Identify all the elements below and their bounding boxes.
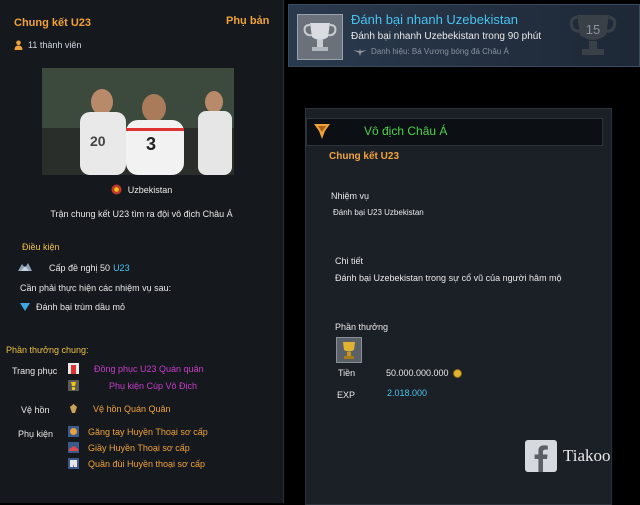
mission-item: Đánh bại trùm dầu mỏ	[36, 302, 126, 312]
jersey-icon	[68, 363, 79, 374]
mission-value: Đánh bại U23 Uzbekistan	[333, 208, 424, 217]
watermark-text: Tiakoo	[563, 446, 611, 465]
svg-text:3: 3	[146, 134, 156, 154]
gold-trophy-icon	[343, 342, 355, 359]
rewards-heading: Phần thưởng chung:	[6, 345, 89, 355]
uzbekistan-emblem-icon	[111, 184, 122, 195]
achievement-badge: 15	[569, 9, 617, 61]
panel-header: Vô địch Châu Á	[306, 118, 603, 146]
shoe-icon	[68, 442, 79, 453]
reward-item-name: Vệ hồn Quán Quân	[93, 403, 171, 414]
mission-description: Trận chung kết U23 tìm ra đội vô địch Ch…	[50, 209, 233, 219]
opponent-row: Uzbekistan	[0, 184, 283, 195]
panel-subheader: Chung kết U23	[329, 151, 400, 162]
level-label: Cấp đề nghị 50	[49, 262, 111, 273]
mission-label: Nhiệm vụ	[331, 191, 370, 201]
reward-item[interactable]: Giầy Huyền Thoại sơ cấp	[68, 442, 190, 453]
user-icon	[14, 40, 23, 50]
cup-accessory-icon	[68, 380, 79, 391]
money-label: Tiền	[338, 368, 356, 378]
reward-item[interactable]: Găng tay Huyền Thoại sơ cấp	[68, 426, 208, 437]
facebook-icon	[525, 440, 557, 472]
reward-item[interactable]: Đồng phục U23 Quán quân	[68, 363, 204, 374]
achievement-title: Đánh bại nhanh Uzebekistan	[351, 12, 518, 27]
mission-type-tag: Phụ bản	[226, 15, 270, 27]
conditions-heading: Điều kiện	[22, 242, 60, 252]
guardian-icon	[68, 403, 79, 414]
reward-item[interactable]: Quần đùi Huyền thoại sơ cấp	[68, 458, 205, 469]
svg-text:20: 20	[90, 133, 106, 149]
arrow-down-icon	[20, 303, 30, 311]
gold-coin-icon	[452, 368, 462, 378]
panel-header-title: Vô địch Châu Á	[364, 124, 448, 138]
trophy-slot	[297, 14, 343, 60]
glove-icon	[68, 426, 79, 437]
members-count: 11 thành viên	[28, 40, 82, 50]
money-value: 50.000.000.000	[386, 368, 449, 378]
silver-trophy-icon	[303, 23, 337, 51]
watermark: Tiakoo	[525, 440, 611, 472]
reward-item-name: Đồng phục U23 Quán quân	[94, 363, 204, 374]
reward-category-accessory: Phụ kiện	[18, 429, 54, 439]
mission-item-row: Đánh bại trùm dầu mỏ	[20, 302, 125, 312]
detail-label: Chi tiết	[335, 256, 364, 266]
level-value: U23	[113, 262, 130, 273]
team-photo: 3 20	[42, 68, 234, 175]
reward-category-costume: Trang phục	[12, 366, 58, 376]
reward-slot[interactable]	[336, 337, 362, 363]
mission-info-panel: Chung kết U23 Phụ bản 11 thành viên 3 20	[0, 0, 284, 503]
reward-item-name: Găng tay Huyền Thoại sơ cấp	[88, 426, 208, 437]
money-row: 50.000.000.000	[386, 368, 462, 378]
reward-label: Phần thưởng	[335, 322, 388, 332]
exp-label: EXP	[337, 390, 356, 400]
honor-row: Danh hiệu: Bá Vương bóng đá Châu Á	[353, 47, 509, 56]
reward-item[interactable]: Vệ hồn Quán Quân	[68, 403, 171, 414]
reward-item-name: Phụ kiện Cúp Vô Địch	[109, 380, 198, 391]
shorts-icon	[68, 458, 79, 469]
wolf-rank-icon	[18, 263, 32, 271]
honor-text: Danh hiệu: Bá Vương bóng đá Châu Á	[371, 47, 509, 56]
mission-prompt: Cần phải thực hiện các nhiệm vụ sau:	[20, 283, 172, 293]
achievement-banner[interactable]: Đánh bại nhanh Uzebekistan Đánh bại nhan…	[288, 4, 640, 67]
reward-item[interactable]: Phụ kiện Cúp Vô Địch	[68, 380, 197, 391]
wings-icon	[353, 48, 367, 56]
level-requirement: Cấp đề nghị 50 U23	[17, 262, 130, 273]
detail-value: Đánh bại Uzebekistan trong sự cổ vũ của …	[335, 273, 562, 283]
exp-value: 2.018.000	[387, 388, 428, 398]
members-row: 11 thành viên	[14, 40, 81, 50]
reward-item-name: Giầy Huyền Thoại sơ cấp	[88, 442, 190, 453]
reward-category-guardian: Vệ hồn	[21, 405, 50, 415]
achievement-subtitle: Đánh bại nhanh Uzebekistan trong 90 phút	[351, 31, 542, 42]
emblem-icon	[314, 124, 330, 139]
reward-item-name: Quần đùi Huyền thoại sơ cấp	[88, 458, 205, 469]
opponent-name: Uzbekistan	[127, 184, 173, 195]
achievement-area: Đánh bại nhanh Uzebekistan Đánh bại nhan…	[285, 0, 640, 505]
badge-number: 15	[585, 22, 601, 37]
mission-title: Chung kết U23	[14, 17, 92, 29]
